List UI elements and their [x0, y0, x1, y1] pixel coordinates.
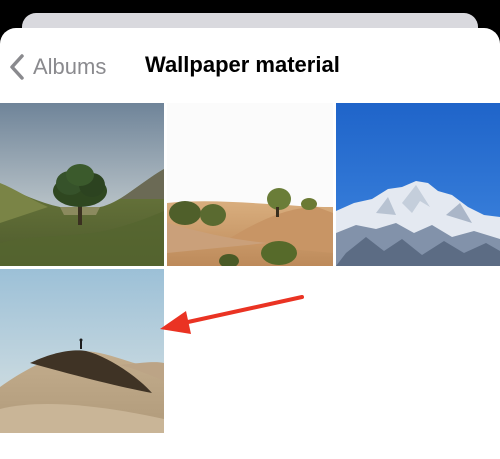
back-button[interactable]: Albums — [8, 50, 106, 84]
navigation-bar: Albums Wallpaper material — [0, 28, 500, 102]
photo-thumbnail-1[interactable] — [0, 103, 164, 266]
photo-thumbnail-4[interactable] — [0, 269, 164, 433]
album-sheet: Albums Wallpaper material — [0, 28, 500, 459]
photo-thumbnail-2[interactable] — [167, 103, 333, 266]
back-button-label: Albums — [33, 54, 107, 79]
page-title: Wallpaper material — [145, 52, 340, 77]
chevron-left-icon — [8, 53, 26, 81]
photo-thumbnail-3[interactable] — [336, 103, 500, 266]
